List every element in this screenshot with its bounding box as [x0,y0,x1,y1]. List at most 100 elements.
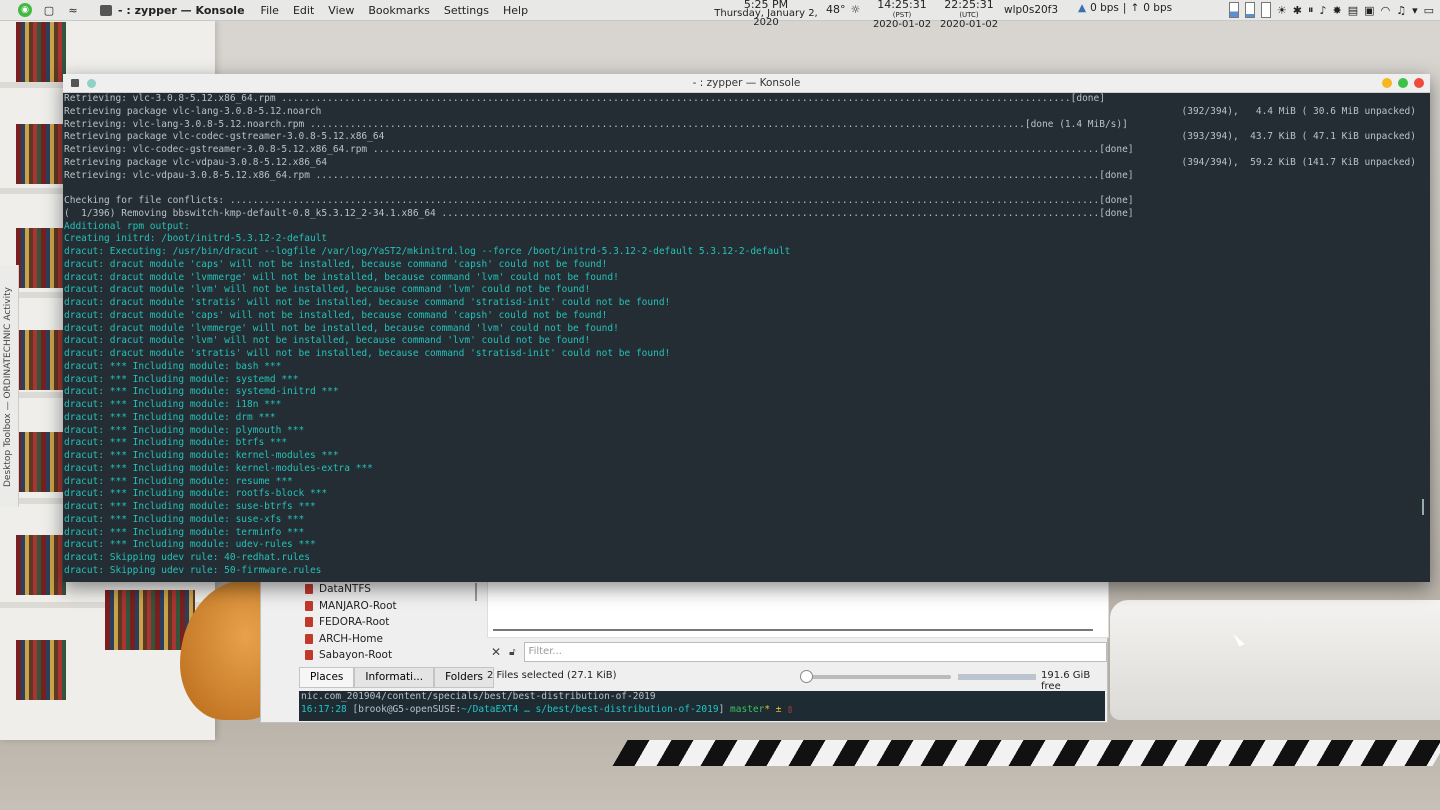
minimize-all-icon[interactable]: ▭ [1424,4,1434,17]
window-title: - : zypper — Konsole [692,77,801,89]
pst-clock[interactable]: 14:25:31 (PST) 2020-01-02 [872,0,932,30]
drive-icon [305,650,313,661]
terminal-line: dracut: *** Including module: kernel-mod… [64,450,339,461]
terminal-line: Additional rpm output: [64,220,190,232]
terminal-line-text: Retrieving: vlc-3.0.8-5.12.x86_64.rpm ..… [64,93,1105,104]
menu-settings[interactable]: Settings [444,4,489,17]
terminal-output[interactable]: Retrieving: vlc-3.0.8-5.12.x86_64.rpm ..… [64,93,1416,581]
places-list: DataNTFS MANJARO-Root FEDORA-Root ARCH-H… [305,581,475,664]
kdeconnect-icon[interactable]: ✸ [1333,4,1342,17]
terminal-line: Retrieving: vlc-codec-gstreamer-3.0.8-5.… [64,144,1416,157]
close-button[interactable] [1414,78,1424,88]
activity-graph-icon[interactable]: ≈ [66,3,80,17]
utc-time: 22:25:31 [944,0,994,11]
utc-clock[interactable]: 22:25:31 (UTC) 2020-01-02 [937,0,1001,30]
night-color-icon[interactable]: ☀ [1277,4,1287,17]
wifi-icon[interactable]: ◠ [1381,4,1391,17]
clipboard-icon[interactable]: ▤ [1348,4,1358,17]
updates-icon[interactable]: ▣ [1364,4,1374,17]
microphone-icon[interactable]: ♪ [1320,4,1327,17]
prompt-time: 16:17:28 [301,703,347,715]
maximize-button[interactable] [1398,78,1408,88]
filter-input[interactable]: Filter... [523,642,1107,662]
menu-view[interactable]: View [328,4,354,17]
network-speed[interactable]: ▲ 0 bps | ↑ 0 bps [1078,2,1172,14]
mem-bar-icon[interactable] [1244,2,1255,18]
terminal-line: dracut: *** Including module: suse-btrfs… [64,501,316,512]
prompt-status: * ± [764,703,782,715]
terminal-line-progress: (392/394), 4.4 MiB ( 30.6 MiB unpacked) [1181,105,1417,117]
prompt-user: [brook@G5-openSUSE: [352,703,462,715]
tab-folders[interactable]: Folders [434,667,495,688]
prompt-path: ~/DataEXT4 … s/best/best-distribution-of… [461,703,719,715]
expand-tray-icon[interactable]: ▾ [1412,4,1418,17]
place-item-arch[interactable]: ARCH-Home [305,631,475,648]
digital-clock[interactable]: 5:25 PM Thursday, January 2, 2020 [714,0,818,28]
konsole-titlebar[interactable]: - : zypper — Konsole [63,74,1430,93]
network-interface[interactable]: wlp0s20f3 [1004,4,1058,16]
terminal-line: dracut: *** Including module: btrfs *** [64,437,288,449]
places-scrollbar[interactable] [475,583,477,601]
dolphin-window: DataNTFS MANJARO-Root FEDORA-Root ARCH-H… [260,580,1109,723]
terminal-line-text: Retrieving: vlc-vdpau-3.0.8-5.12.x86_64.… [64,169,1134,181]
terminal-line: dracut: dracut module 'stratis' will not… [64,297,671,308]
task-konsole[interactable]: - : zypper — Konsole [100,4,245,17]
close-filter-icon[interactable]: ✕ [491,645,501,659]
minimize-button[interactable] [1382,78,1392,88]
filter-bar: ✕ 🔓︎ Filter... [487,641,1107,663]
place-item-sabayon[interactable]: Sabayon-Root [305,647,475,664]
terminal-line: dracut: Skipping udev rule: 50-firmware.… [64,564,322,576]
terminal-line: dracut: *** Including module: drm *** [64,411,276,423]
place-label: Sabayon-Root [319,649,393,662]
place-label: FEDORA-Root [319,616,390,629]
konsole-task-icon [100,4,112,16]
terminal-line: dracut: Executing: /usr/bin/dracut --log… [64,246,791,257]
pst-date: 2020-01-02 [872,19,932,30]
terminal-line-text: Retrieving package vlc-codec-gstreamer-3… [64,131,385,143]
embedded-terminal[interactable]: nic.com_201904/content/specials/best/bes… [299,691,1105,721]
tab-information[interactable]: Informati... [354,667,435,688]
file-view-scrollbar[interactable] [493,629,1093,631]
volume-icon[interactable]: ♫ [1396,4,1406,17]
drive-icon [305,617,313,628]
zoom-slider[interactable] [800,670,951,683]
lock-icon[interactable]: 🔓︎ [509,647,515,658]
place-item-manjaro[interactable]: MANJARO-Root [305,598,475,615]
pst-time: 14:25:31 [877,0,927,11]
cpu-bar-icon[interactable] [1228,2,1239,18]
pager-icon[interactable]: ▢ [42,3,56,17]
net-separator: | [1122,2,1127,14]
bluetooth-icon[interactable]: ✱ [1293,4,1302,17]
terminal-line-text: Retrieving: vlc-lang-3.0.8-5.12.noarch.r… [64,118,1128,130]
window-menu-icon[interactable] [71,79,79,87]
terminal-line-progress: (394/394), 59.2 KiB (141.7 KiB unpacked) [1181,156,1417,168]
desktop-toolbox-strip[interactable]: Desktop Toolbox — ORDINATECHNIC Activity [0,265,19,507]
weather-widget[interactable]: 48° ☼ [826,3,860,16]
menu-help[interactable]: Help [503,4,528,17]
menu-edit[interactable]: Edit [293,4,314,17]
tab-places[interactable]: Places [299,667,355,688]
terminal-line: nic.com_201904/content/specials/best/bes… [301,691,656,702]
pause-icon[interactable]: ⏸ [1308,3,1314,17]
terminal-line: dracut: dracut module 'lvmmerge' will no… [64,271,619,283]
terminal-line: dracut: *** Including module: udev-rules… [64,539,316,551]
task-title: - : zypper — Konsole [118,3,245,17]
terminal-scrollbar[interactable] [1422,499,1424,515]
place-item-datantfs[interactable]: DataNTFS [305,581,475,598]
menu-bookmarks[interactable]: Bookmarks [368,4,429,17]
terminal-line: dracut: *** Including module: plymouth *… [64,424,305,436]
place-item-fedora[interactable]: FEDORA-Root [305,614,475,631]
terminal-line-text: Checking for file conflicts: ...........… [64,195,1134,206]
utc-date: 2020-01-02 [939,19,999,30]
zoom-slider-handle[interactable] [800,670,813,683]
menu-file[interactable]: File [261,4,279,17]
keep-above-icon[interactable] [87,79,96,88]
konsole-window: - : zypper — Konsole Retrieving: vlc-3.0… [63,74,1430,582]
app-launcher-icon[interactable]: ◉ [18,3,32,17]
terminal-line: dracut: Skipping udev rule: 40-redhat.ru… [64,552,310,563]
place-label: DataNTFS [319,583,371,596]
drive-icon [305,584,313,595]
place-label: MANJARO-Root [319,599,397,612]
swap-bar-icon[interactable] [1260,2,1271,18]
terminal-line: dracut: *** Including module: kernel-mod… [64,462,373,474]
